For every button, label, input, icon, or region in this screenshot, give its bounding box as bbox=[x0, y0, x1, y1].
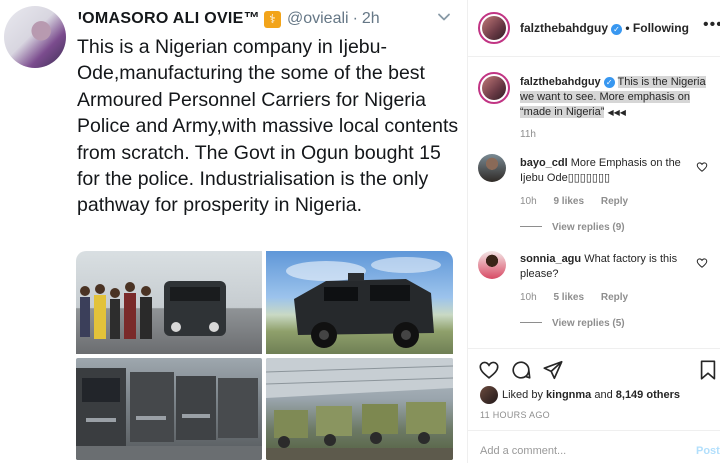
header-user-row: falzthebahdguy ✓ • Following bbox=[520, 21, 689, 35]
comment-text: sonnia_agu What factory is this please? bbox=[520, 252, 700, 282]
heart-icon[interactable] bbox=[696, 257, 708, 269]
heart-icon[interactable] bbox=[478, 359, 500, 381]
liked-by-text: Liked by kingnma and 8,149 others bbox=[502, 389, 680, 401]
tweet-handle[interactable]: @ovieali bbox=[287, 10, 349, 28]
following-button[interactable]: Following bbox=[633, 21, 689, 35]
comment-meta: 10h 9 likes Reply bbox=[520, 196, 642, 207]
comment-time[interactable]: 10h bbox=[520, 196, 537, 207]
comment-likes[interactable]: 9 likes bbox=[553, 196, 584, 207]
verified-badge-icon: ✓ bbox=[603, 77, 615, 88]
view-replies-button[interactable]: View replies (9) bbox=[520, 222, 625, 233]
back-arrows-emoji: ◀◀◀ bbox=[607, 108, 626, 117]
comment-avatar[interactable] bbox=[478, 154, 506, 182]
comment-likes[interactable]: 5 likes bbox=[553, 292, 584, 303]
liked-by-user[interactable]: kingnma bbox=[546, 389, 591, 401]
tweet-photo-armoured-vehicle[interactable] bbox=[266, 251, 453, 354]
view-replies-button[interactable]: View replies (5) bbox=[520, 318, 625, 329]
tweet-photo-people-with-vehicle[interactable] bbox=[76, 251, 262, 354]
comment-time[interactable]: 10h bbox=[520, 292, 537, 303]
post-header: falzthebahdguy✓ • Following ••• bbox=[468, 0, 720, 57]
reply-button[interactable]: Reply bbox=[601, 196, 628, 207]
tweet-text: This is a Nigerian company in Ijebu-Ode,… bbox=[77, 36, 459, 217]
divider-line bbox=[520, 226, 542, 227]
reply-button[interactable]: Reply bbox=[601, 292, 628, 303]
post-time-ago[interactable]: 11 HOURS AGO bbox=[480, 410, 550, 420]
caption-time[interactable]: 11h bbox=[520, 129, 536, 140]
liked-by-conj: and bbox=[594, 389, 613, 401]
chevron-down-icon[interactable] bbox=[437, 10, 451, 24]
view-replies-label: View replies (5) bbox=[552, 318, 625, 329]
tweet-photo-workshop-hangar[interactable] bbox=[266, 358, 453, 460]
tweet-author-avatar[interactable] bbox=[4, 6, 66, 68]
heart-icon[interactable] bbox=[696, 161, 708, 173]
ellipsis-icon[interactable]: ••• bbox=[703, 16, 720, 34]
verified-badge-icon: ✓ bbox=[611, 24, 623, 35]
caption-text: falzthebahdguy ✓ This is the Nigeria we w… bbox=[520, 75, 716, 120]
tweet-photo-vehicles-row[interactable] bbox=[76, 358, 262, 460]
comment-bubble-icon[interactable] bbox=[510, 359, 532, 381]
comment-text: bayo_cdl More Emphasis on the Ijebu Ode▯… bbox=[520, 156, 700, 186]
post-actions bbox=[468, 348, 720, 388]
bookmark-icon[interactable] bbox=[697, 359, 719, 381]
caption-avatar[interactable] bbox=[478, 72, 510, 104]
add-comment-bar: Add a comment... Post bbox=[468, 430, 720, 463]
tweet-author-row: ꞋOMASORO ALI OVIE™ ⚕ @ovieali · 2h bbox=[78, 8, 380, 30]
comment-avatar[interactable] bbox=[478, 251, 506, 279]
tweet-screenshot: ꞋOMASORO ALI OVIE™ ⚕ @ovieali · 2h This … bbox=[0, 0, 467, 463]
comment-username[interactable]: bayo_cdl bbox=[520, 157, 568, 169]
liked-by-others[interactable]: 8,149 others bbox=[616, 389, 680, 401]
rod-of-asclepius-icon: ⚕ bbox=[263, 10, 281, 28]
tweet-separator: · bbox=[352, 10, 358, 27]
header-separator: • bbox=[625, 21, 630, 35]
caption-username[interactable]: falzthebahdguy bbox=[520, 76, 601, 88]
comment-meta: 10h 5 likes Reply bbox=[520, 292, 642, 303]
comment-input[interactable]: Add a comment... bbox=[480, 445, 566, 457]
divider-line bbox=[520, 322, 542, 323]
liked-by-prefix: Liked by bbox=[502, 389, 543, 401]
share-icon[interactable] bbox=[542, 359, 564, 381]
tweet-time[interactable]: 2h bbox=[362, 10, 380, 28]
tweet-author-name[interactable]: ꞋOMASORO ALI OVIE™ bbox=[78, 10, 260, 28]
liked-by-avatar[interactable] bbox=[480, 386, 498, 404]
view-replies-label: View replies (9) bbox=[552, 222, 625, 233]
comment-username[interactable]: sonnia_agu bbox=[520, 253, 581, 265]
post-button[interactable]: Post bbox=[696, 445, 720, 457]
header-avatar[interactable] bbox=[478, 12, 510, 44]
header-username[interactable]: falzthebahdguy bbox=[520, 21, 608, 35]
instagram-panel: falzthebahdguy✓ • Following ••• falztheb… bbox=[467, 0, 720, 463]
